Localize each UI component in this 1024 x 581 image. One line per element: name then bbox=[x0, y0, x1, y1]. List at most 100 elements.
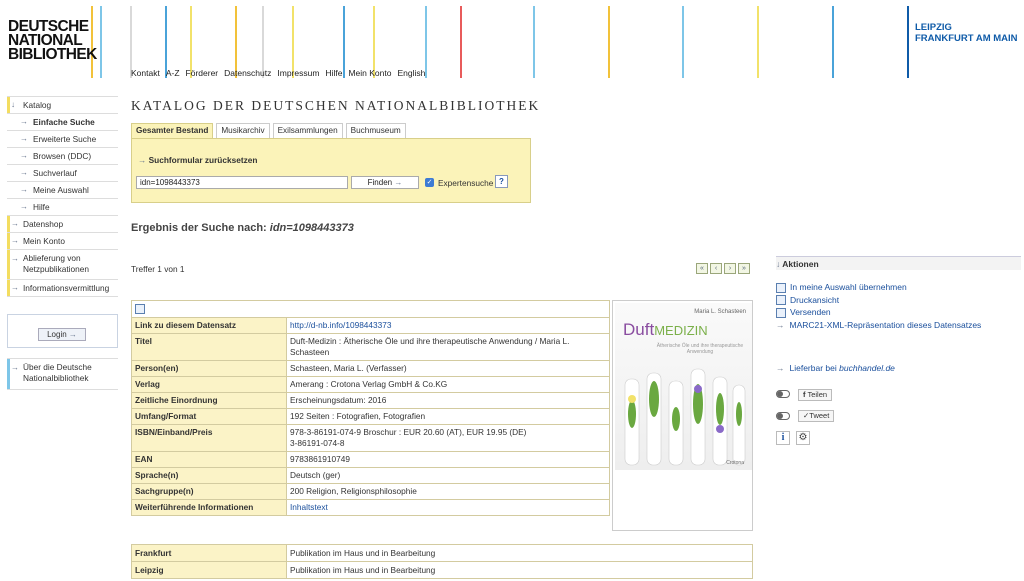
find-button[interactable]: Finden → bbox=[351, 176, 419, 189]
action-label: In meine Auswahl übernehmen bbox=[790, 282, 907, 292]
next-page-button[interactable]: › bbox=[724, 263, 736, 274]
location-table: Frankfurt Publikation im Haus und in Bear… bbox=[131, 544, 753, 579]
info-icon[interactable]: i bbox=[776, 431, 790, 445]
reset-link[interactable]: → Suchformular zurücksetzen bbox=[138, 155, 257, 165]
sidebar-item-mein-konto[interactable]: → Mein Konto bbox=[7, 233, 118, 250]
action-print[interactable]: Druckansicht bbox=[776, 294, 981, 307]
tweet-toggle[interactable] bbox=[776, 412, 790, 420]
document-icon[interactable] bbox=[135, 303, 145, 314]
table-row: Link zu diesem Datensatz http://d-nb.info… bbox=[131, 317, 610, 334]
cover-title-a: Duft bbox=[623, 320, 655, 339]
arrow-right-icon: → bbox=[11, 254, 19, 263]
expert-label: Expertensuche bbox=[438, 178, 494, 188]
action-marc21[interactable]: → MARC21-XML-Repräsentation dieses Datens… bbox=[776, 319, 981, 332]
sidebar-item-meine-auswahl[interactable]: → Meine Auswahl bbox=[7, 182, 118, 199]
yellow-marker bbox=[7, 216, 10, 232]
sidebar-item-label: Netzpublikationen bbox=[23, 264, 89, 274]
share-toggle[interactable] bbox=[776, 390, 790, 398]
tab-exilsammlungen[interactable]: Exilsammlungen bbox=[272, 123, 343, 138]
action-send[interactable]: Versenden bbox=[776, 306, 981, 319]
field-value: 192 Seiten : Fotografien, Fotografien bbox=[286, 408, 610, 425]
table-row: Person(en) Schasteen, Maria L. (Verfasser… bbox=[131, 360, 610, 377]
sidebar-item-katalog[interactable]: ↓ Katalog bbox=[7, 97, 118, 114]
field-value: 9783861910749 bbox=[286, 451, 610, 468]
expert-checkbox[interactable]: ✓ bbox=[425, 178, 434, 187]
sidebar-item-about[interactable]: → Über die Deutsche Nationalbibliothek bbox=[7, 359, 118, 389]
sidebar-item-suchverlauf[interactable]: → Suchverlauf bbox=[7, 165, 118, 182]
sidebar-item-einfache-suche[interactable]: → Einfache Suche bbox=[7, 114, 118, 131]
location-status: Publikation im Haus und in Bearbeitung bbox=[286, 561, 753, 579]
sidebar-item-erweiterte-suche[interactable]: → Erweiterte Suche bbox=[7, 131, 118, 148]
sidebar-item-datenshop[interactable]: → Datenshop bbox=[7, 216, 118, 233]
gear-icon[interactable]: ⚙ bbox=[796, 431, 810, 445]
sidebar-item-informationsvermittlung[interactable]: → Informationsvermittlung bbox=[7, 280, 118, 297]
login-button[interactable]: Login → bbox=[38, 328, 86, 341]
sidebar-item-label: Meine Auswahl bbox=[33, 185, 89, 195]
arrow-right-icon: → bbox=[20, 202, 28, 211]
first-page-button[interactable]: « bbox=[696, 263, 708, 274]
deco-line bbox=[757, 6, 759, 78]
sidebar-item-label: Ablieferung von bbox=[23, 253, 81, 263]
dnb-logo[interactable]: DEUTSCHE NATIONAL BIBLIOTHEK bbox=[8, 19, 97, 63]
nav-english[interactable]: English bbox=[397, 68, 431, 78]
download-icon bbox=[776, 307, 786, 318]
table-row: Umfang/Format 192 Seiten : Fotografien, F… bbox=[131, 408, 610, 425]
sidebar-item-hilfe[interactable]: → Hilfe bbox=[7, 199, 118, 216]
nav-kontakt[interactable]: Kontakt bbox=[131, 68, 166, 78]
table-row: ISBN/Einband/Preis 978-3-86191-074-9 Bros… bbox=[131, 424, 610, 452]
actions-panel: ↓ Aktionen bbox=[776, 256, 1021, 270]
last-page-button[interactable]: » bbox=[738, 263, 750, 274]
sidebar-item-label: Datenshop bbox=[23, 219, 64, 229]
field-value: 978-3-86191-074-9 Broschur : EUR 20.60 (… bbox=[286, 424, 610, 452]
result-prefix: Ergebnis der Suche nach: bbox=[131, 222, 267, 234]
nav-a-z[interactable]: A-Z bbox=[166, 68, 186, 78]
nav-hilfe[interactable]: Hilfe bbox=[325, 68, 348, 78]
table-row: Titel Duft-Medizin : Ätherische Öle und i… bbox=[131, 333, 610, 361]
cover-image: Maria L. Schasteen DuftMEDIZIN Ätherisch… bbox=[615, 303, 752, 470]
tab-gesamter-bestand[interactable]: Gesamter Bestand bbox=[131, 123, 214, 138]
action-label: Versenden bbox=[790, 307, 831, 317]
search-form: → Suchformular zurücksetzen idn=10984433… bbox=[131, 138, 531, 203]
field-label: EAN bbox=[131, 451, 287, 468]
nav-mein-konto[interactable]: Mein Konto bbox=[348, 68, 397, 78]
deco-line bbox=[460, 6, 462, 78]
action-add-selection[interactable]: In meine Auswahl übernehmen bbox=[776, 281, 981, 294]
active-marker bbox=[7, 97, 10, 113]
cover-author: Maria L. Schasteen bbox=[694, 309, 746, 315]
tweet-label: Tweet bbox=[809, 411, 830, 420]
city-labels: LEIPZIG FRANKFURT AM MAIN bbox=[915, 22, 1018, 44]
field-label: Verlag bbox=[131, 376, 287, 393]
tab-buchmuseum[interactable]: Buchmuseum bbox=[345, 123, 406, 138]
about-label: Über die Deutsche bbox=[23, 362, 92, 372]
field-label: Umfang/Format bbox=[131, 408, 287, 425]
arrow-right-icon: → bbox=[20, 117, 28, 126]
page-title: KATALOG DER DEUTSCHEN NATIONALBIBLIOTHEK bbox=[131, 98, 541, 113]
sidebar: ↓ Katalog → Einfache Suche → Erweiterte Suc… bbox=[7, 96, 118, 297]
permalink[interactable]: http://d-nb.info/1098443373 bbox=[286, 317, 610, 334]
arrow-right-icon: → bbox=[776, 363, 785, 373]
sidebar-item-label: Erweiterte Suche bbox=[33, 134, 97, 144]
table-row: Leipzig Publikation im Haus und in Bearbe… bbox=[131, 561, 753, 579]
arrow-right-icon: → bbox=[11, 363, 19, 372]
record-icon-cell bbox=[131, 300, 610, 318]
tweet-button[interactable]: ✓Tweet bbox=[798, 410, 835, 422]
sidebar-item-ablieferung[interactable]: → Ablieferung von Netzpublikationen bbox=[7, 250, 118, 280]
sidebar-item-browsen[interactable]: → Browsen (DDC) bbox=[7, 148, 118, 165]
nav-impressum[interactable]: Impressum bbox=[277, 68, 325, 78]
buy-link[interactable]: → Lieferbar bei buchhandel.de bbox=[776, 363, 895, 373]
inhaltstext-link[interactable]: Inhaltstext bbox=[286, 499, 610, 516]
nav-foerderer[interactable]: Förderer bbox=[186, 68, 225, 78]
search-input[interactable]: idn=1098443373 bbox=[136, 176, 348, 189]
field-label: Person(en) bbox=[131, 360, 287, 377]
tab-musikarchiv[interactable]: Musikarchiv bbox=[216, 123, 270, 138]
yellow-marker bbox=[7, 280, 10, 296]
nav-datenschutz[interactable]: Datenschutz bbox=[224, 68, 277, 78]
cover-subtitle: Ätherische Öle und ihre therapeutische A… bbox=[656, 343, 744, 355]
prev-page-button[interactable]: ‹ bbox=[710, 263, 722, 274]
book-cover[interactable]: Maria L. Schasteen DuftMEDIZIN Ätherisch… bbox=[612, 300, 753, 531]
help-button[interactable]: ? bbox=[495, 175, 508, 188]
share-button[interactable]: f Teilen bbox=[798, 389, 833, 401]
arrow-right-icon: → bbox=[20, 151, 28, 160]
sidebar-item-label: Suchverlauf bbox=[33, 168, 77, 178]
field-label: Zeitliche Einordnung bbox=[131, 392, 287, 409]
